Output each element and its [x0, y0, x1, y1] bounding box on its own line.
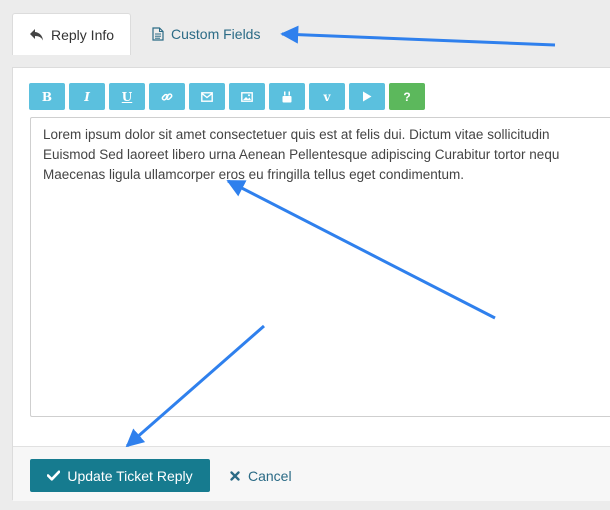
play-icon [363, 91, 372, 102]
reply-message-textarea[interactable]: Lorem ipsum dolor sit amet consectetuer … [30, 117, 610, 417]
bold-button[interactable]: B [29, 83, 65, 110]
youtube-button[interactable] [269, 83, 305, 110]
close-icon [230, 470, 240, 481]
underline-icon: U [121, 89, 133, 104]
underline-button[interactable]: U [109, 83, 145, 110]
youtube-icon [282, 91, 292, 102]
help-icon: ? [403, 89, 411, 104]
email-button[interactable] [189, 83, 225, 110]
italic-icon: I [84, 89, 90, 104]
italic-button[interactable]: I [69, 83, 105, 110]
update-ticket-reply-button[interactable]: Update Ticket Reply [30, 459, 210, 492]
help-button[interactable]: ? [389, 83, 425, 110]
tab-custom-fields[interactable]: Custom Fields [150, 13, 260, 55]
tab-bar: Reply Info Custom Fields [0, 0, 610, 56]
update-ticket-reply-label: Update Ticket Reply [67, 467, 193, 484]
email-icon [201, 91, 213, 102]
tab-reply-info-label: Reply Info [51, 26, 115, 43]
check-icon [47, 470, 61, 481]
document-icon [152, 27, 164, 41]
image-icon [241, 91, 253, 102]
tab-reply-info[interactable]: Reply Info [12, 13, 131, 55]
image-button[interactable] [229, 83, 265, 110]
bold-icon: B [41, 89, 53, 104]
video-button[interactable] [349, 83, 385, 110]
form-footer: Update Ticket Reply Cancel [13, 446, 610, 501]
vimeo-icon: v [323, 89, 331, 104]
cancel-button[interactable]: Cancel [230, 459, 292, 492]
link-button[interactable] [149, 83, 185, 110]
editor-toolbar: B I U v ? [29, 83, 425, 110]
reply-icon [30, 29, 43, 41]
vimeo-button[interactable]: v [309, 83, 345, 110]
reply-form-panel: B I U v ? Lorem ipsum dolor sit amet con… [12, 67, 610, 501]
cancel-label: Cancel [248, 467, 292, 484]
link-icon [161, 92, 173, 101]
tab-custom-fields-label: Custom Fields [171, 26, 261, 42]
